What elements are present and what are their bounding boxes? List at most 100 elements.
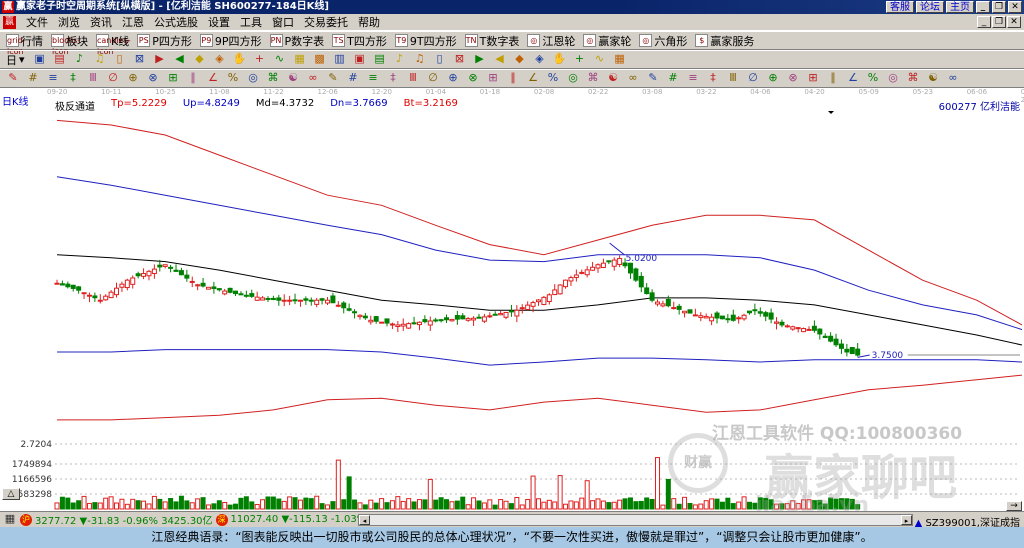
toolbar-button-12[interactable]: $ 赢家服务 bbox=[695, 33, 754, 49]
tool-icon[interactable]: ☯ bbox=[606, 71, 620, 86]
scroll-right-arrow-icon[interactable]: ▸ bbox=[901, 515, 912, 525]
tool-icon[interactable]: ✎ bbox=[326, 71, 340, 86]
toolbar-button-8[interactable]: TN T数字表 bbox=[464, 33, 519, 49]
toolbar-button-5[interactable]: PN P数字表 bbox=[269, 33, 324, 49]
menu-window[interactable]: 窗口 bbox=[267, 14, 299, 30]
tool-icon[interactable]: ♪ bbox=[393, 52, 407, 67]
tool-icon[interactable]: ⊞ bbox=[166, 71, 180, 86]
tool-icon[interactable]: ♫ bbox=[413, 52, 427, 67]
toolbar-button-3[interactable]: PS P四方形 bbox=[137, 33, 192, 49]
tool-icon[interactable]: ∅ bbox=[106, 71, 120, 86]
tool-icon[interactable]: Ⅲ bbox=[406, 71, 420, 86]
tool-icon[interactable]: ▶ bbox=[153, 52, 167, 67]
tool-icon[interactable]: ∠ bbox=[206, 71, 220, 86]
tool-icon[interactable]: ⌘ bbox=[586, 71, 600, 86]
tool-icon[interactable]: ◎ bbox=[246, 71, 260, 86]
tool-icon[interactable]: ≡ bbox=[366, 71, 380, 86]
tool-icon[interactable]: ∅ bbox=[746, 71, 760, 86]
tool-icon[interactable]: ⌘ bbox=[266, 71, 280, 86]
tool-icon[interactable]: ◀ bbox=[493, 52, 507, 67]
mdi-close-button[interactable]: ✕ bbox=[1007, 16, 1021, 28]
tool-icon[interactable]: ▯ bbox=[113, 52, 127, 67]
tool-icon[interactable]: ⊞ bbox=[806, 71, 820, 86]
tool-icon[interactable]: ∿ bbox=[273, 52, 287, 67]
tool-icon[interactable]: ⊠ bbox=[133, 52, 147, 67]
menu-trade[interactable]: 交易委托 bbox=[299, 14, 353, 30]
mdi-restore-button[interactable]: ❐ bbox=[992, 16, 1006, 28]
tool-icon[interactable]: ▥ bbox=[333, 52, 347, 67]
tool-icon[interactable]: ✎ bbox=[6, 71, 20, 86]
tool-icon[interactable]: ♫ bbox=[93, 52, 107, 67]
tool-icon[interactable]: ⊞ bbox=[486, 71, 500, 86]
forum-link[interactable]: 论坛 bbox=[916, 1, 944, 13]
tool-icon[interactable]: ‡ bbox=[706, 71, 720, 86]
horizontal-scrollbar[interactable]: ◂ ▸ bbox=[358, 514, 913, 526]
scroll-left-arrow-icon[interactable]: ◂ bbox=[359, 515, 370, 525]
restore-button[interactable]: ❐ bbox=[992, 1, 1006, 13]
tool-icon[interactable]: ∥ bbox=[826, 71, 840, 86]
menu-file[interactable]: 文件 bbox=[21, 14, 53, 30]
tool-icon[interactable]: ☯ bbox=[926, 71, 940, 86]
calculator-icon[interactable]: ▦ bbox=[3, 512, 17, 527]
tool-icon[interactable]: ∠ bbox=[526, 71, 540, 86]
tool-icon[interactable]: ∅ bbox=[426, 71, 440, 86]
tool-icon[interactable]: ∞ bbox=[626, 71, 640, 86]
homepage-link[interactable]: 主页 bbox=[946, 1, 974, 13]
toolbar-button-4[interactable]: P9 9P四方形 bbox=[199, 33, 262, 49]
tool-icon[interactable]: ‡ bbox=[386, 71, 400, 86]
tool-icon[interactable]: % bbox=[546, 71, 560, 86]
tool-icon[interactable]: ∿ bbox=[593, 52, 607, 67]
toolbar-button-10[interactable]: ◎ 赢家轮 bbox=[583, 33, 631, 49]
toolbar-button-11[interactable]: ◎ 六角形 bbox=[639, 33, 687, 49]
tool-icon[interactable]: % bbox=[226, 71, 240, 86]
toolbar-button-1[interactable]: blocks-icon 板块 bbox=[51, 33, 88, 56]
tool-icon[interactable]: ∞ bbox=[306, 71, 320, 86]
tool-icon[interactable]: ✋ bbox=[553, 52, 567, 67]
tool-icon[interactable]: ◈ bbox=[213, 52, 227, 67]
period-dropdown[interactable]: 日 ▾ bbox=[6, 52, 25, 68]
tool-icon[interactable]: ∥ bbox=[506, 71, 520, 86]
tool-icon[interactable]: ▶ bbox=[473, 52, 487, 67]
tool-icon[interactable]: + bbox=[253, 52, 267, 67]
menu-help[interactable]: 帮助 bbox=[353, 14, 385, 30]
toolbar-button-6[interactable]: TS T四方形 bbox=[332, 33, 387, 49]
tool-icon[interactable]: ▯ bbox=[433, 52, 447, 67]
tool-icon[interactable]: Ⅲ bbox=[726, 71, 740, 86]
tool-icon[interactable]: ▤ bbox=[53, 52, 67, 67]
tool-icon[interactable]: + bbox=[573, 52, 587, 67]
menu-settings[interactable]: 设置 bbox=[203, 14, 235, 30]
tool-icon[interactable]: % bbox=[866, 71, 880, 86]
tool-icon[interactable]: ⊗ bbox=[786, 71, 800, 86]
tool-icon[interactable]: Ⅲ bbox=[86, 71, 100, 86]
tool-icon[interactable]: ⌘ bbox=[906, 71, 920, 86]
tool-icon[interactable]: ∞ bbox=[946, 71, 960, 86]
tool-icon[interactable]: # bbox=[666, 71, 680, 86]
tool-icon[interactable]: ⊠ bbox=[453, 52, 467, 67]
tool-icon[interactable]: ⊗ bbox=[466, 71, 480, 86]
tool-icon[interactable]: ☯ bbox=[286, 71, 300, 86]
tool-icon[interactable]: ◀ bbox=[173, 52, 187, 67]
tool-icon[interactable]: ▦ bbox=[293, 52, 307, 67]
kline-chart[interactable]: 09-20 10-11 10-25 11-08 11-22 12-06 12-20 01-04… bbox=[0, 88, 1024, 518]
menu-tools[interactable]: 工具 bbox=[235, 14, 267, 30]
menu-formula[interactable]: 公式选股 bbox=[149, 14, 203, 30]
scroll-right-button[interactable]: → bbox=[1006, 501, 1022, 511]
toolbar-button-2[interactable]: candles-icon K线 bbox=[96, 33, 131, 56]
tool-icon[interactable]: ▣ bbox=[353, 52, 367, 67]
tool-icon[interactable]: ✋ bbox=[233, 52, 247, 67]
tool-icon[interactable]: # bbox=[346, 71, 360, 86]
tool-icon[interactable]: # bbox=[26, 71, 40, 86]
toolbar-button-9[interactable]: ◎ 江恩轮 bbox=[527, 33, 575, 49]
close-button[interactable]: ✕ bbox=[1008, 1, 1022, 13]
menu-news[interactable]: 资讯 bbox=[85, 14, 117, 30]
tool-icon[interactable]: ‡ bbox=[66, 71, 80, 86]
tool-icon[interactable]: ⊕ bbox=[766, 71, 780, 86]
tool-icon[interactable]: ◆ bbox=[193, 52, 207, 67]
tool-icon[interactable]: ≡ bbox=[686, 71, 700, 86]
mdi-minimize-button[interactable]: _ bbox=[977, 16, 991, 28]
tool-icon[interactable]: ♪ bbox=[73, 52, 87, 67]
menu-browse[interactable]: 浏览 bbox=[53, 14, 85, 30]
minimize-button[interactable]: _ bbox=[976, 1, 990, 13]
toolbar-button-0[interactable]: grid-icon 行情 bbox=[6, 33, 43, 56]
toolbar-button-7[interactable]: T9 9T四方形 bbox=[394, 33, 457, 49]
